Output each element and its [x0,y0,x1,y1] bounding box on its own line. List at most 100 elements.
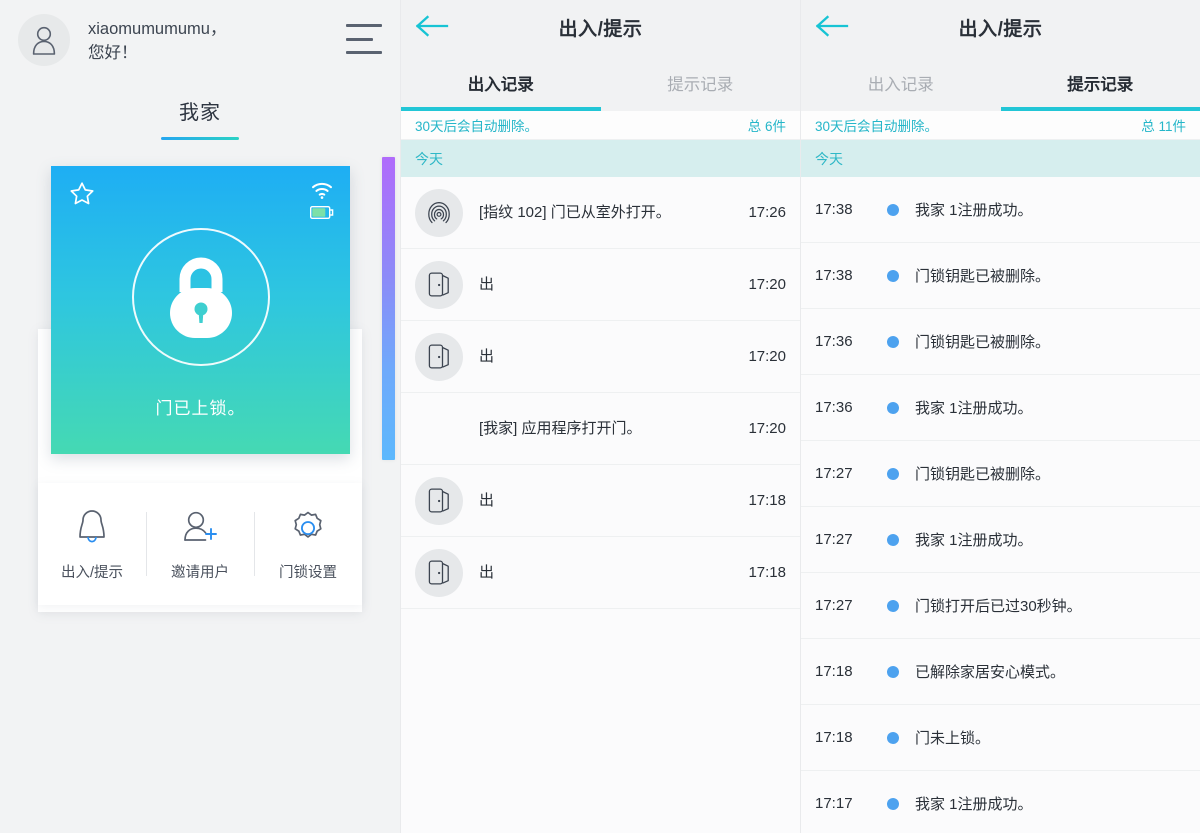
alert-retention-notice: 30天后会自动删除。 总 11件 [801,111,1200,140]
back-arrow-icon[interactable] [815,13,849,44]
access-retention-notice: 30天后会自动删除。 总 6件 [401,111,800,140]
table-cell-time: 17:18 [815,663,853,680]
table-cell-message: 门锁钥匙已被删除。 [915,268,1051,285]
gear-icon [254,506,362,550]
status-dot-icon [887,731,899,744]
table-cell-time: 17:36 [815,399,853,416]
access-records-list: [指纹 102] 门已从室外打开。 17:26 出 17:20 出 17:20 … [401,177,800,833]
alert-records-list: 17:38 我家 1注册成功。 17:38 门锁钥匙已被删除。 17:36 门锁… [801,177,1200,833]
menu-icon[interactable] [346,24,382,54]
battery-icon [309,205,334,224]
table-cell-time: 17:27 [815,597,853,614]
table-row[interactable]: 17:36 我家 1注册成功。 [801,375,1200,441]
table-cell-message: 我家 1注册成功。 [915,532,1033,549]
status-dot-icon [887,665,899,678]
home-panel: xiaomumumumu， 您好！ 我家 门已上锁。 出入/提示 邀请用户 门锁… [0,0,400,833]
action-access-alerts[interactable]: 出入/提示 [38,506,146,582]
person-icon [32,26,56,55]
alert-day-label: 今天 [815,150,843,167]
tab-my-home[interactable]: 我家 [0,96,400,140]
wifi-icon [311,182,333,204]
table-cell-time: 17:38 [815,267,853,284]
tab-alert-log[interactable]: 提示记录 [1000,55,1200,111]
access-total-count: 总 6件 [747,119,786,134]
status-dot-icon [887,533,899,546]
alert-day-header: 今天 [801,140,1200,177]
access-day-header: 今天 [401,140,800,177]
status-dot-icon [887,467,899,480]
alert-records-tabs: 出入记录 提示记录 [801,55,1200,111]
table-row[interactable]: [我家] 应用程序打开门。 17:20 [401,393,800,465]
table-row[interactable]: 17:17 我家 1注册成功。 [801,771,1200,833]
app-root: xiaomumumumu， 您好！ 我家 门已上锁。 出入/提示 邀请用户 门锁… [0,0,1200,833]
greeting: xiaomumumumu， 您好！ [88,14,226,65]
tab-access-log[interactable]: 出入记录 [401,55,601,111]
table-cell-message: 出 [479,276,495,293]
table-row[interactable]: [指纹 102] 门已从室外打开。 17:26 [401,177,800,249]
greeting-line2: 您好！ [88,44,138,62]
table-cell-message: 已解除家居安心模式。 [915,664,1066,681]
table-cell-message: 我家 1注册成功。 [915,796,1033,813]
access-records-header: 出入/提示 [401,0,800,55]
table-row[interactable]: 17:38 门锁钥匙已被删除。 [801,243,1200,309]
access-records-tabs: 出入记录 提示记录 [401,55,800,111]
table-row[interactable]: 出 17:18 [401,537,800,609]
access-records-panel: 出入/提示 出入记录 提示记录 30天后会自动删除。 总 6件 今天 [指纹 1… [400,0,800,833]
tab-my-home-label: 我家 [179,102,221,124]
lock-status-text: 门已上锁。 [155,399,246,418]
table-cell-time: 17:36 [815,333,853,350]
table-row[interactable]: 出 17:18 [401,465,800,537]
door-icon [415,548,463,597]
table-row[interactable]: 17:27 我家 1注册成功。 [801,507,1200,573]
table-cell-time: 17:20 [748,348,786,365]
alert-retention-text: 30天后会自动删除。 [815,119,939,134]
action-invite-user-label: 邀请用户 [171,565,229,581]
access-records-title: 出入/提示 [558,19,643,40]
table-row[interactable]: 17:18 已解除家居安心模式。 [801,639,1200,705]
vertical-scrollbar[interactable] [382,157,395,460]
quick-actions: 出入/提示 邀请用户 门锁设置 [38,483,362,605]
tab-access-log-label: 出入记录 [867,76,934,94]
tab-alert-log[interactable]: 提示记录 [601,55,801,111]
tab-alert-log-label: 提示记录 [1067,76,1134,94]
access-retention-text: 30天后会自动删除。 [415,119,539,134]
table-cell-time: 17:18 [748,564,786,581]
tab-access-log[interactable]: 出入记录 [801,55,1001,111]
table-cell-message: 门锁钥匙已被删除。 [915,334,1051,351]
alert-records-panel: 出入/提示 出入记录 提示记录 30天后会自动删除。 总 11件 今天 17:3… [800,0,1200,833]
table-row[interactable]: 17:27 门锁钥匙已被删除。 [801,441,1200,507]
greeting-name: xiaomumumumu， [88,20,227,38]
tab-access-log-label: 出入记录 [467,76,534,94]
table-cell-message: 我家 1注册成功。 [915,400,1033,417]
home-header: xiaomumumumu， 您好！ [0,0,400,78]
table-cell-message: 我家 1注册成功。 [915,202,1033,219]
table-cell-message: [指纹 102] 门已从室外打开。 [479,204,671,221]
door-icon [415,260,463,309]
table-cell-message: 门未上锁。 [915,730,991,747]
table-row[interactable]: 17:36 门锁钥匙已被删除。 [801,309,1200,375]
table-cell-time: 17:26 [748,204,786,221]
table-cell-message: 出 [479,564,495,581]
action-invite-user[interactable]: 邀请用户 [146,506,254,582]
table-row[interactable]: 出 17:20 [401,321,800,393]
table-cell-time: 17:20 [748,420,786,437]
status-dot-icon [887,797,899,810]
table-row[interactable]: 17:27 门锁打开后已过30秒钟。 [801,573,1200,639]
table-cell-time: 17:27 [815,465,853,482]
status-dot-icon [887,335,899,348]
favorite-star-icon[interactable] [69,181,95,211]
back-arrow-icon[interactable] [415,13,449,44]
action-lock-settings[interactable]: 门锁设置 [254,506,362,582]
alert-total-count: 总 11件 [1141,119,1186,134]
alert-records-header: 出入/提示 [801,0,1200,55]
access-day-label: 今天 [415,150,443,167]
table-cell-time: 17:20 [748,276,786,293]
table-row[interactable]: 17:38 我家 1注册成功。 [801,177,1200,243]
table-cell-time: 17:18 [748,492,786,509]
lock-status-card[interactable]: 门已上锁。 [51,166,350,454]
table-row[interactable]: 17:18 门未上锁。 [801,705,1200,771]
door-icon [415,476,463,525]
table-row[interactable]: 出 17:20 [401,249,800,321]
avatar[interactable] [18,14,70,66]
table-cell-time: 17:38 [815,201,853,218]
